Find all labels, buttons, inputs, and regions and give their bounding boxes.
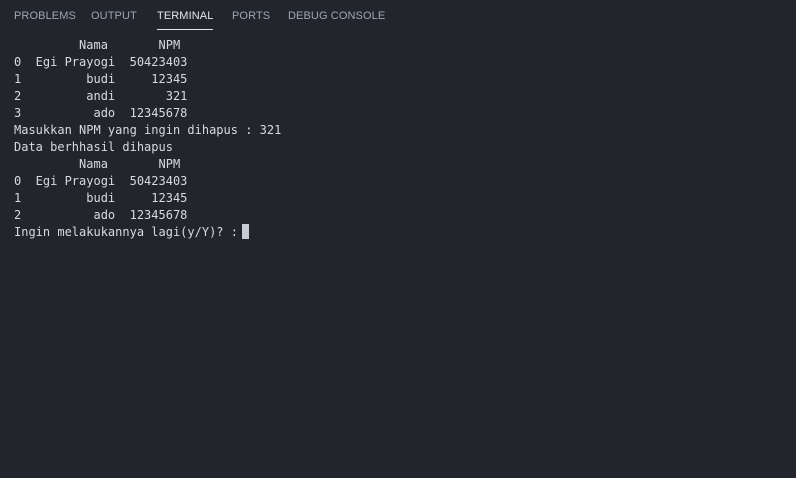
tab-terminal-label: TERMINAL [157,10,214,22]
terminal-line: 0 Egi Prayogi 50423403 [14,55,188,69]
terminal-line: Data berhhasil dihapus [14,140,173,154]
terminal-line: 3 ado 12345678 [14,106,188,120]
tab-terminal[interactable]: TERMINAL [157,10,214,30]
active-tab-indicator [157,29,214,30]
tab-debug-console[interactable]: DEBUG CONSOLE [288,10,385,22]
terminal-prompt: Ingin melakukannya lagi(y/Y)? : [14,225,238,239]
tab-problems[interactable]: PROBLEMS [14,10,76,22]
terminal-prompt-line[interactable]: Ingin melakukannya lagi(y/Y)? : [14,224,784,241]
terminal-line: 1 budi 12345 [14,191,188,205]
tab-debug-console-label: DEBUG CONSOLE [288,10,386,22]
terminal-line: Masukkan NPM yang ingin dihapus : 321 [14,123,282,137]
terminal-output[interactable]: Nama NPM 0 Egi Prayogi 50423403 1 budi 1… [14,37,784,467]
terminal-cursor [241,224,249,239]
tab-ports-label: PORTS [232,10,271,22]
terminal-line: 0 Egi Prayogi 50423403 [14,174,188,188]
tab-problems-label: PROBLEMS [14,10,76,22]
terminal-panel: PROBLEMS OUTPUT TERMINAL PORTS DEBUG CON… [0,0,796,478]
terminal-line: 1 budi 12345 [14,72,188,86]
terminal-line: Nama NPM [14,38,181,52]
terminal-line: Nama NPM [14,157,181,171]
panel-tab-bar: PROBLEMS OUTPUT TERMINAL PORTS DEBUG CON… [0,0,796,36]
tab-output[interactable]: OUTPUT [91,10,137,22]
terminal-line: 2 andi 321 [14,89,188,103]
tab-ports[interactable]: PORTS [232,10,270,22]
terminal-line: 2 ado 12345678 [14,208,188,222]
tab-output-label: OUTPUT [91,10,137,22]
